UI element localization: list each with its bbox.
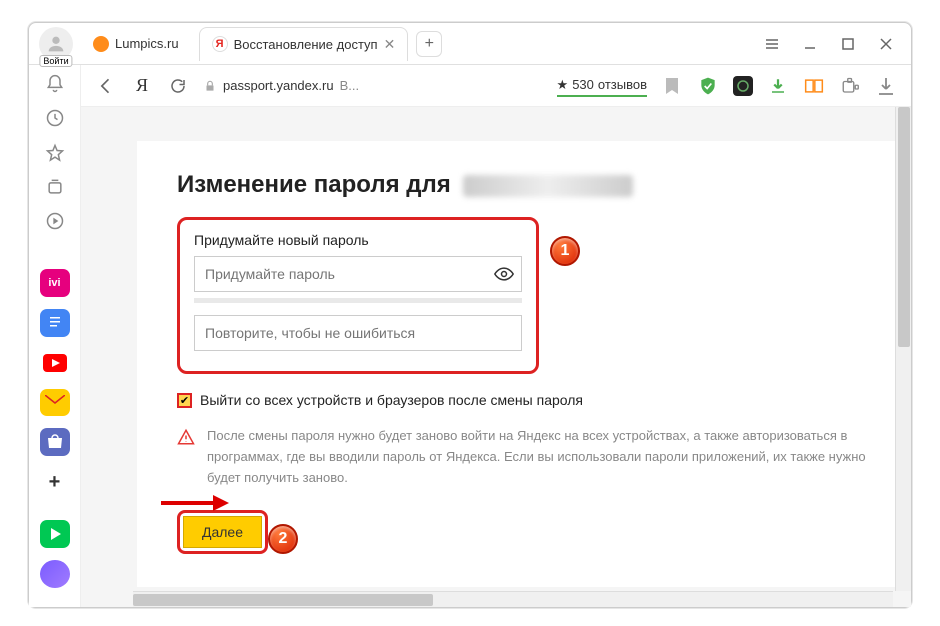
maximize-icon[interactable] xyxy=(833,29,863,59)
app-green-play[interactable] xyxy=(40,520,70,548)
next-button-highlight: Далее 2 xyxy=(177,510,268,554)
reviews-chip[interactable]: ★ 530 отзывов xyxy=(557,77,647,95)
app-youtube[interactable] xyxy=(40,349,70,377)
content-area: Изменение пароля для Придумайте новый па… xyxy=(81,107,911,607)
extension-adguard-icon[interactable] xyxy=(733,76,753,96)
app-mail[interactable] xyxy=(40,389,70,417)
new-password-input[interactable] xyxy=(194,256,522,292)
eye-icon[interactable] xyxy=(494,267,514,281)
reload-icon[interactable] xyxy=(167,75,189,97)
downloads-icon[interactable] xyxy=(875,75,897,97)
reviews-word: отзывов xyxy=(598,77,647,92)
bell-icon[interactable] xyxy=(43,73,67,95)
login-badge[interactable]: Войти xyxy=(39,55,72,67)
add-app-button[interactable]: + xyxy=(40,468,70,496)
reader-icon[interactable] xyxy=(803,75,825,97)
app-docs[interactable] xyxy=(40,309,70,337)
menu-icon[interactable] xyxy=(757,29,787,59)
horizontal-scrollbar[interactable] xyxy=(133,591,893,607)
toolbar: Я passport.yandex.ru В... ★ 530 отзывов xyxy=(81,65,911,107)
minimize-icon[interactable] xyxy=(795,29,825,59)
checkbox-checked-icon[interactable]: ✔ xyxy=(177,393,192,408)
person-icon xyxy=(45,33,67,55)
warning-text: После смены пароля нужно будет заново во… xyxy=(207,426,891,488)
body-row: ivi + Я passport.yandex.ru В... xyxy=(29,65,911,607)
favicon-icon: Я xyxy=(212,36,228,52)
logout-everywhere-row[interactable]: ✔ Выйти со всех устройств и браузеров по… xyxy=(177,392,891,408)
play-circle-icon[interactable] xyxy=(43,210,67,232)
repeat-password-input[interactable] xyxy=(194,315,522,351)
app-alice[interactable] xyxy=(40,560,70,588)
reviews-count: 530 xyxy=(572,77,594,92)
checkbox-label: Выйти со всех устройств и браузеров посл… xyxy=(200,392,583,408)
password-fields-group: Придумайте новый пароль 1 xyxy=(177,217,539,374)
page-card: Изменение пароля для Придумайте новый па… xyxy=(137,141,911,587)
collections-icon[interactable] xyxy=(43,176,67,198)
new-tab-button[interactable]: + xyxy=(416,31,442,57)
tab-strip: Войти Lumpics.ru Я Восстановление доступ… xyxy=(29,23,911,65)
tab-label: Lumpics.ru xyxy=(115,36,179,51)
sidebar: ivi + xyxy=(29,65,81,607)
profile-avatar[interactable]: Войти xyxy=(39,27,73,61)
favicon-icon xyxy=(93,36,109,52)
star-icon: ★ xyxy=(557,77,569,93)
annotation-arrow-icon xyxy=(161,493,231,513)
download-arrow-icon[interactable] xyxy=(767,75,789,97)
tab-lumpics[interactable]: Lumpics.ru xyxy=(81,27,191,61)
page-title: Изменение пароля для xyxy=(177,171,891,199)
next-button[interactable]: Далее xyxy=(183,516,262,548)
history-icon[interactable] xyxy=(43,107,67,129)
lock-icon xyxy=(203,79,217,93)
url-suffix: В... xyxy=(340,78,360,93)
tab-yandex-passport[interactable]: Я Восстановление доступ ✕ xyxy=(199,27,409,61)
shield-icon[interactable] xyxy=(697,75,719,97)
warning-icon xyxy=(177,428,195,488)
app-ivi[interactable]: ivi xyxy=(40,269,70,297)
close-icon[interactable]: ✕ xyxy=(384,36,396,53)
star-icon[interactable] xyxy=(43,141,67,163)
username-redacted xyxy=(463,175,633,197)
app-shopping[interactable] xyxy=(40,428,70,456)
extensions-icon[interactable] xyxy=(839,75,861,97)
warning-box: После смены пароля нужно будет заново во… xyxy=(177,426,891,488)
vertical-scrollbar[interactable] xyxy=(895,107,911,591)
field-label: Придумайте новый пароль xyxy=(194,232,522,248)
main-column: Я passport.yandex.ru В... ★ 530 отзывов xyxy=(81,65,911,607)
url-host: passport.yandex.ru xyxy=(223,78,334,93)
address-bar[interactable]: passport.yandex.ru В... xyxy=(203,78,359,93)
yandex-home-icon[interactable]: Я xyxy=(131,75,153,97)
strength-bar xyxy=(194,298,522,303)
tab-label: Восстановление доступ xyxy=(234,37,378,52)
annotation-badge-1: 1 xyxy=(550,236,580,266)
annotation-badge-2: 2 xyxy=(268,524,298,554)
back-icon[interactable] xyxy=(95,75,117,97)
close-window-icon[interactable] xyxy=(871,29,901,59)
bookmark-icon[interactable] xyxy=(661,75,683,97)
browser-window: Войти Lumpics.ru Я Восстановление доступ… xyxy=(28,22,912,608)
